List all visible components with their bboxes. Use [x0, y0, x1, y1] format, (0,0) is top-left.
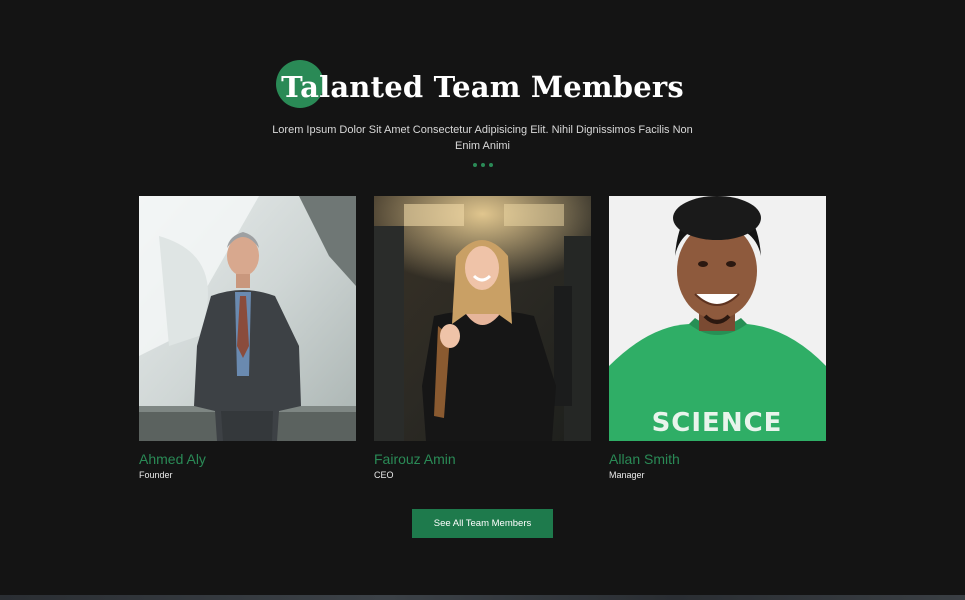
man-in-green-shirt-photo: SCIENCE: [609, 196, 826, 441]
team-section: Talanted Team Members Lorem Ipsum Dolor …: [0, 0, 965, 600]
divider-dot: [480, 163, 485, 167]
team-card: Fairouz Amin CEO: [374, 196, 591, 481]
svg-text:SCIENCE: SCIENCE: [652, 408, 783, 438]
team-member-name[interactable]: Allan Smith: [609, 451, 826, 467]
team-member-photo[interactable]: [374, 196, 591, 441]
next-section-edge: [0, 595, 965, 600]
see-all-team-members-button[interactable]: See All Team Members: [412, 509, 553, 538]
team-member-role: Founder: [139, 470, 173, 480]
team-card: SCIENCE Allan Smith Manager: [609, 196, 826, 481]
team-card: Ahmed Aly Founder: [139, 196, 356, 481]
section-title: Talanted Team Members: [281, 70, 684, 104]
divider-dot: [472, 163, 477, 167]
woman-in-black-shirt-photo: [374, 196, 591, 441]
section-header: Talanted Team Members: [0, 60, 965, 120]
team-member-photo[interactable]: [139, 196, 356, 441]
team-member-role: CEO: [374, 470, 394, 480]
divider-dots: [0, 162, 965, 168]
team-member-photo[interactable]: SCIENCE: [609, 196, 826, 441]
man-in-suit-photo: [139, 196, 356, 441]
section-subtitle: Lorem Ipsum Dolor Sit Amet Consectetur A…: [272, 124, 693, 152]
team-member-name[interactable]: Fairouz Amin: [374, 451, 591, 467]
team-member-role: Manager: [609, 470, 645, 480]
divider-dot: [488, 163, 493, 167]
team-member-name[interactable]: Ahmed Aly: [139, 451, 356, 467]
